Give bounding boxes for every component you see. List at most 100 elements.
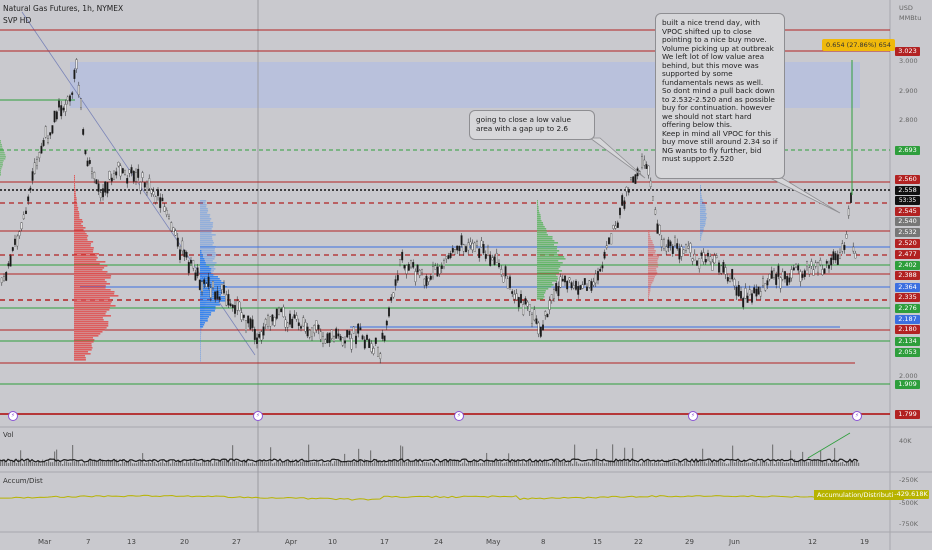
volume-bar <box>52 462 54 466</box>
volume-bar <box>774 463 776 466</box>
candle-body <box>674 236 676 246</box>
volume-profile-bar <box>200 298 206 300</box>
candle-body <box>616 222 619 228</box>
volume-bar <box>780 460 782 466</box>
volume-profile-bar <box>74 301 112 303</box>
candle-body <box>363 339 366 349</box>
volume-bar <box>364 459 366 466</box>
candle-body <box>649 180 652 187</box>
volume-bar <box>824 462 826 466</box>
volume-profile-bar <box>200 272 213 274</box>
event-icon[interactable]: ⚡ <box>253 411 263 421</box>
candle-body <box>355 335 357 345</box>
time-label: 19 <box>860 538 869 546</box>
candle-body <box>282 306 285 317</box>
candle-body <box>590 281 593 291</box>
volume-profile-bar <box>648 240 653 242</box>
volume-bar <box>580 463 582 466</box>
volume-profile-bar <box>537 250 560 252</box>
candle-body <box>264 319 267 325</box>
candle-body <box>350 338 353 350</box>
volume-profile-bar <box>200 226 213 228</box>
candle-body <box>187 262 190 274</box>
short-note-callout[interactable]: going to close a low value area with a g… <box>469 110 595 140</box>
volume-bar <box>790 450 792 466</box>
volume-bar <box>748 462 750 466</box>
volume-bar <box>326 463 328 466</box>
volume-bar <box>592 460 594 466</box>
volume-bar <box>794 459 796 466</box>
volume-profile-bar <box>74 335 99 337</box>
candle-body <box>553 289 555 299</box>
volume-profile-bar <box>74 327 107 329</box>
volume-profile-bar <box>0 148 3 150</box>
candle-body <box>280 308 283 313</box>
volume-bar <box>354 461 356 466</box>
candle-body <box>126 178 129 184</box>
volume-bar <box>732 445 734 466</box>
volume-profile-bar <box>74 183 75 185</box>
candle-body <box>260 331 263 341</box>
candle-body <box>592 281 595 286</box>
volume-profile-bar <box>74 275 112 277</box>
volume-profile-bar <box>200 202 206 204</box>
event-icon[interactable]: ⚡ <box>8 411 18 421</box>
volume-pane-label: Vol <box>3 431 14 439</box>
volume-bar <box>68 462 70 466</box>
candle-body <box>480 240 483 248</box>
volume-bar <box>432 463 434 466</box>
volume-bar <box>312 462 314 466</box>
volume-bar <box>8 463 10 466</box>
candle-body <box>16 235 19 247</box>
volume-profile-bar <box>74 253 100 255</box>
price-label: 2.388 <box>895 271 920 280</box>
candle-body <box>702 252 705 262</box>
long-note-callout[interactable]: built a nice trend day, with VPOC shifte… <box>655 13 785 179</box>
event-icon[interactable]: ⚡ <box>454 411 464 421</box>
volume-bar <box>728 463 730 466</box>
volume-bar <box>670 462 672 466</box>
candle-body <box>500 269 503 275</box>
volume-profile-bar <box>74 199 77 201</box>
candle-body <box>209 287 212 298</box>
axis-tick-2000: 2.000 <box>899 372 918 380</box>
volume-profile-bar <box>74 345 92 347</box>
volume-profile-bar <box>200 236 213 238</box>
volume-profile-bar <box>74 311 107 313</box>
volume-bar <box>90 459 92 466</box>
candle-body <box>225 294 228 306</box>
volume-bar <box>420 463 422 466</box>
volume-profile-bar <box>648 274 657 276</box>
event-icon[interactable]: ⚡ <box>688 411 698 421</box>
candle-body <box>693 253 696 261</box>
volume-bar <box>402 446 404 466</box>
volume-profile-bar <box>74 209 78 211</box>
volume-profile-bar <box>648 278 655 280</box>
measure-label[interactable]: 0.654 (27.86%) 654 <box>822 39 896 51</box>
candle-body <box>751 293 753 303</box>
event-icon[interactable]: ⚡ <box>852 411 862 421</box>
volume-bar <box>436 463 438 466</box>
candle-body <box>643 159 646 166</box>
time-label: 8 <box>541 538 546 546</box>
volume-profile-bar <box>74 243 92 245</box>
candle-body <box>253 328 256 340</box>
volume-profile-bar <box>648 282 653 284</box>
volume-profile-bar <box>537 222 543 224</box>
candle-body <box>843 244 846 250</box>
volume-bar <box>506 461 508 466</box>
candle-body <box>654 209 657 215</box>
volume-profile-bar <box>648 244 654 246</box>
volume-bar <box>318 462 320 466</box>
volume-bar <box>404 461 406 466</box>
price-chart-canvas[interactable] <box>0 0 932 550</box>
candle-body <box>390 297 393 301</box>
candle-body <box>603 251 606 259</box>
volume-profile-bar <box>200 204 207 206</box>
volume-bar <box>212 463 214 466</box>
volume-profile-bar <box>537 240 555 242</box>
candle-body <box>473 242 476 252</box>
volume-bar <box>812 460 814 466</box>
candle-body <box>447 255 450 259</box>
volume-bar <box>766 461 768 466</box>
